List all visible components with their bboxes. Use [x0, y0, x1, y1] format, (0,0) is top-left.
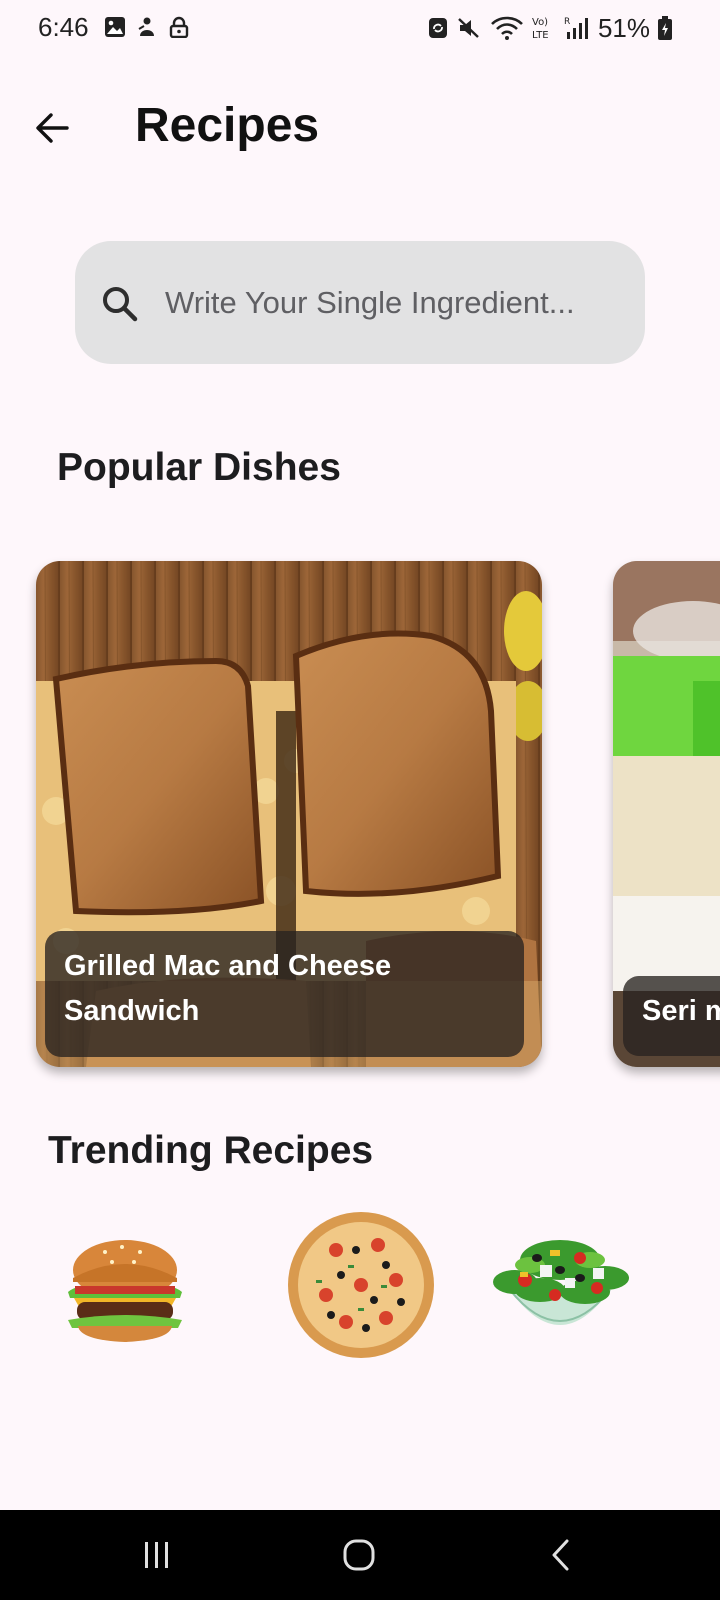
pizza-image[interactable]	[286, 1210, 436, 1360]
dish-caption: Grilled Mac and Cheese Sandwich	[45, 931, 524, 1057]
dish-card[interactable]: Grilled Mac and Cheese Sandwich	[36, 561, 542, 1067]
lock-icon	[169, 16, 189, 38]
popular-dishes-title: Popular Dishes	[57, 446, 341, 489]
dish-caption: Seri m	[623, 976, 720, 1056]
search-icon	[103, 287, 138, 322]
dish-name: Grilled Mac and Cheese Sandwich	[64, 950, 392, 1027]
status-bar: 6:46 Vo) LTE R 51%	[0, 0, 720, 56]
trending-recipes-title: Trending Recipes	[48, 1129, 374, 1172]
image-icon	[105, 17, 125, 37]
home-icon	[343, 1539, 375, 1571]
page-title: Recipes	[135, 99, 320, 152]
burger-image[interactable]	[50, 1210, 200, 1360]
navigation-bar	[0, 1510, 720, 1600]
search-input[interactable]	[165, 281, 625, 325]
status-time: 6:46	[38, 12, 89, 42]
svg-text:R: R	[564, 17, 570, 27]
svg-text:LTE: LTE	[532, 30, 549, 41]
volte-icon: Vo) LTE	[532, 17, 549, 41]
recent-apps-button[interactable]	[127, 1530, 187, 1580]
svg-text:Vo): Vo)	[532, 17, 548, 28]
signal-icon: R	[564, 17, 588, 39]
system-back-button[interactable]	[531, 1530, 591, 1580]
salad-image[interactable]	[485, 1210, 635, 1360]
mute-icon	[458, 18, 479, 38]
sync-badge-icon	[428, 18, 447, 38]
status-right-icons: Vo) LTE R 51%	[428, 10, 672, 46]
dish-card[interactable]: Seri m	[613, 561, 720, 1067]
wifi-icon	[491, 16, 523, 40]
back-icon	[552, 1539, 569, 1571]
arrow-left-icon	[36, 113, 69, 143]
recipes-screen: 6:46 Vo) LTE R 51% Recipes Write Your Si…	[0, 0, 720, 1600]
recent-apps-icon	[145, 1542, 168, 1568]
back-button[interactable]	[30, 106, 74, 150]
battery-icon	[658, 16, 672, 40]
dish-name: Seri m	[642, 995, 720, 1027]
battery-percent: 51%	[597, 12, 650, 43]
home-button[interactable]	[329, 1530, 389, 1580]
notification-figure-icon	[138, 17, 154, 36]
